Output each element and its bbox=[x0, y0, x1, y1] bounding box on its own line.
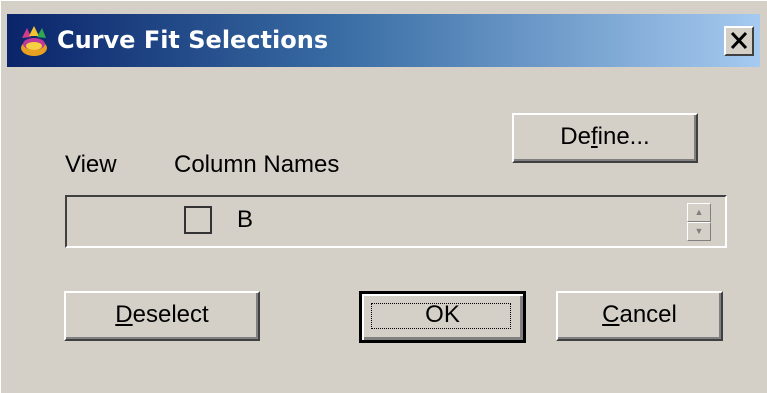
column-name: B bbox=[237, 206, 254, 233]
list-scroll-spinner[interactable]: ▲ ▼ bbox=[687, 203, 711, 241]
title-bar[interactable]: Curve Fit Selections bbox=[7, 14, 760, 67]
column-view-checkbox[interactable] bbox=[184, 206, 212, 234]
define-label-mnemonic: f bbox=[590, 123, 598, 150]
app-logo-icon bbox=[21, 26, 47, 56]
scroll-down-button[interactable]: ▼ bbox=[687, 222, 711, 241]
scroll-up-button[interactable]: ▲ bbox=[687, 203, 711, 222]
chevron-down-icon: ▼ bbox=[694, 226, 704, 236]
close-icon bbox=[730, 31, 748, 50]
deselect-label-post: eselect bbox=[132, 301, 209, 328]
column-names-header: Column Names bbox=[174, 151, 340, 178]
column-list[interactable]: B ▲ ▼ bbox=[65, 195, 727, 248]
curve-fit-dialog: Curve Fit Selections Define... View Colu… bbox=[0, 0, 767, 393]
deselect-button[interactable]: Deselect bbox=[64, 291, 260, 341]
define-label-pre: De bbox=[560, 123, 591, 150]
close-button[interactable] bbox=[724, 26, 754, 56]
cancel-label-post: ancel bbox=[619, 301, 677, 328]
define-label-post: ine... bbox=[597, 123, 650, 150]
view-header: View bbox=[65, 151, 117, 178]
window-title: Curve Fit Selections bbox=[57, 26, 329, 54]
define-button[interactable]: Define... bbox=[512, 113, 698, 163]
cancel-label-mnemonic: C bbox=[602, 301, 620, 328]
focus-indicator bbox=[371, 303, 511, 329]
cancel-button[interactable]: Cancel bbox=[556, 291, 723, 341]
chevron-up-icon: ▲ bbox=[694, 207, 704, 217]
ok-button[interactable]: OK bbox=[359, 291, 526, 343]
deselect-label-mnemonic: D bbox=[115, 301, 133, 328]
